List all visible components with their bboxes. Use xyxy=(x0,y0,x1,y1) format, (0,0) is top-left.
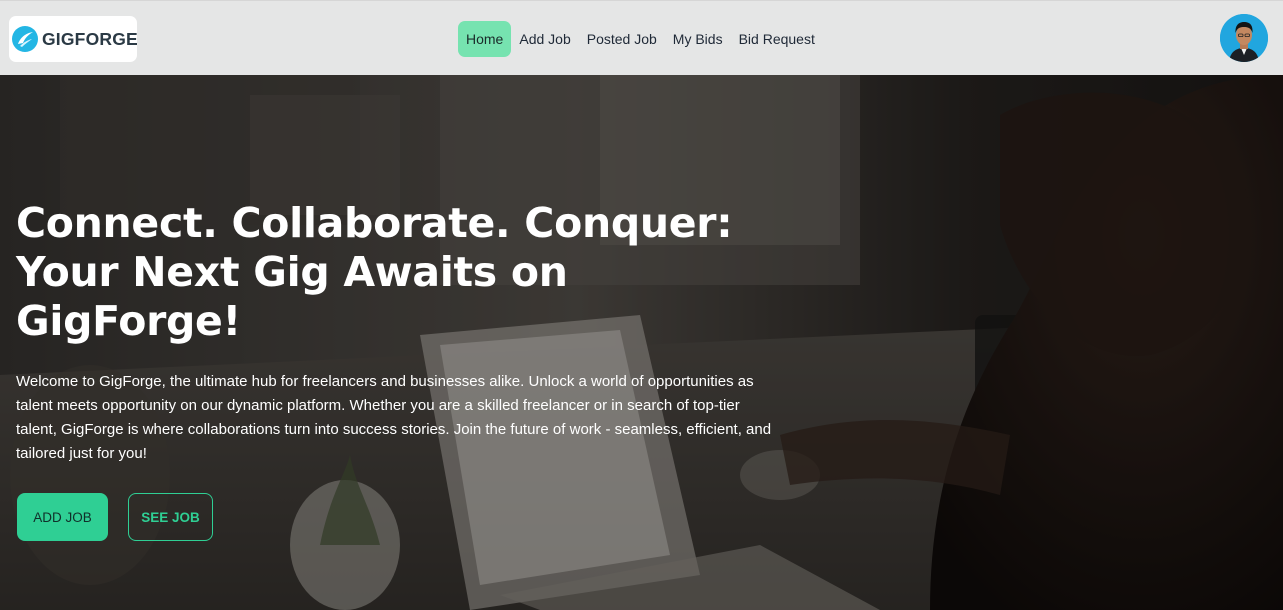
hero-description: Welcome to GigForge, the ultimate hub fo… xyxy=(16,373,772,462)
brand-logo[interactable]: GIGFORGE xyxy=(9,16,138,62)
main-nav: Home Add Job Posted Job My Bids Bid Requ… xyxy=(458,21,823,57)
hero-title: Connect. Collaborate. Conquer: Your Next… xyxy=(16,199,733,345)
user-avatar-icon xyxy=(1220,14,1268,62)
user-avatar[interactable] xyxy=(1220,14,1268,62)
nav-item-posted-job[interactable]: Posted Job xyxy=(579,21,665,57)
hero-section: Connect. Collaborate. Conquer: Your Next… xyxy=(0,75,1283,610)
nav-item-add-job[interactable]: Add Job xyxy=(511,21,578,57)
nav-item-my-bids[interactable]: My Bids xyxy=(665,21,731,57)
brand-name: GIGFORGE xyxy=(42,28,138,49)
add-job-button[interactable]: ADD JOB xyxy=(17,493,108,541)
navbar: GIGFORGE Home Add Job Posted Job My Bids… xyxy=(0,0,1283,75)
nav-item-home[interactable]: Home xyxy=(458,21,512,57)
nav-item-bid-request[interactable]: Bid Request xyxy=(731,21,823,57)
gigforge-logo-icon xyxy=(12,26,38,52)
see-job-button[interactable]: SEE JOB xyxy=(128,493,213,541)
